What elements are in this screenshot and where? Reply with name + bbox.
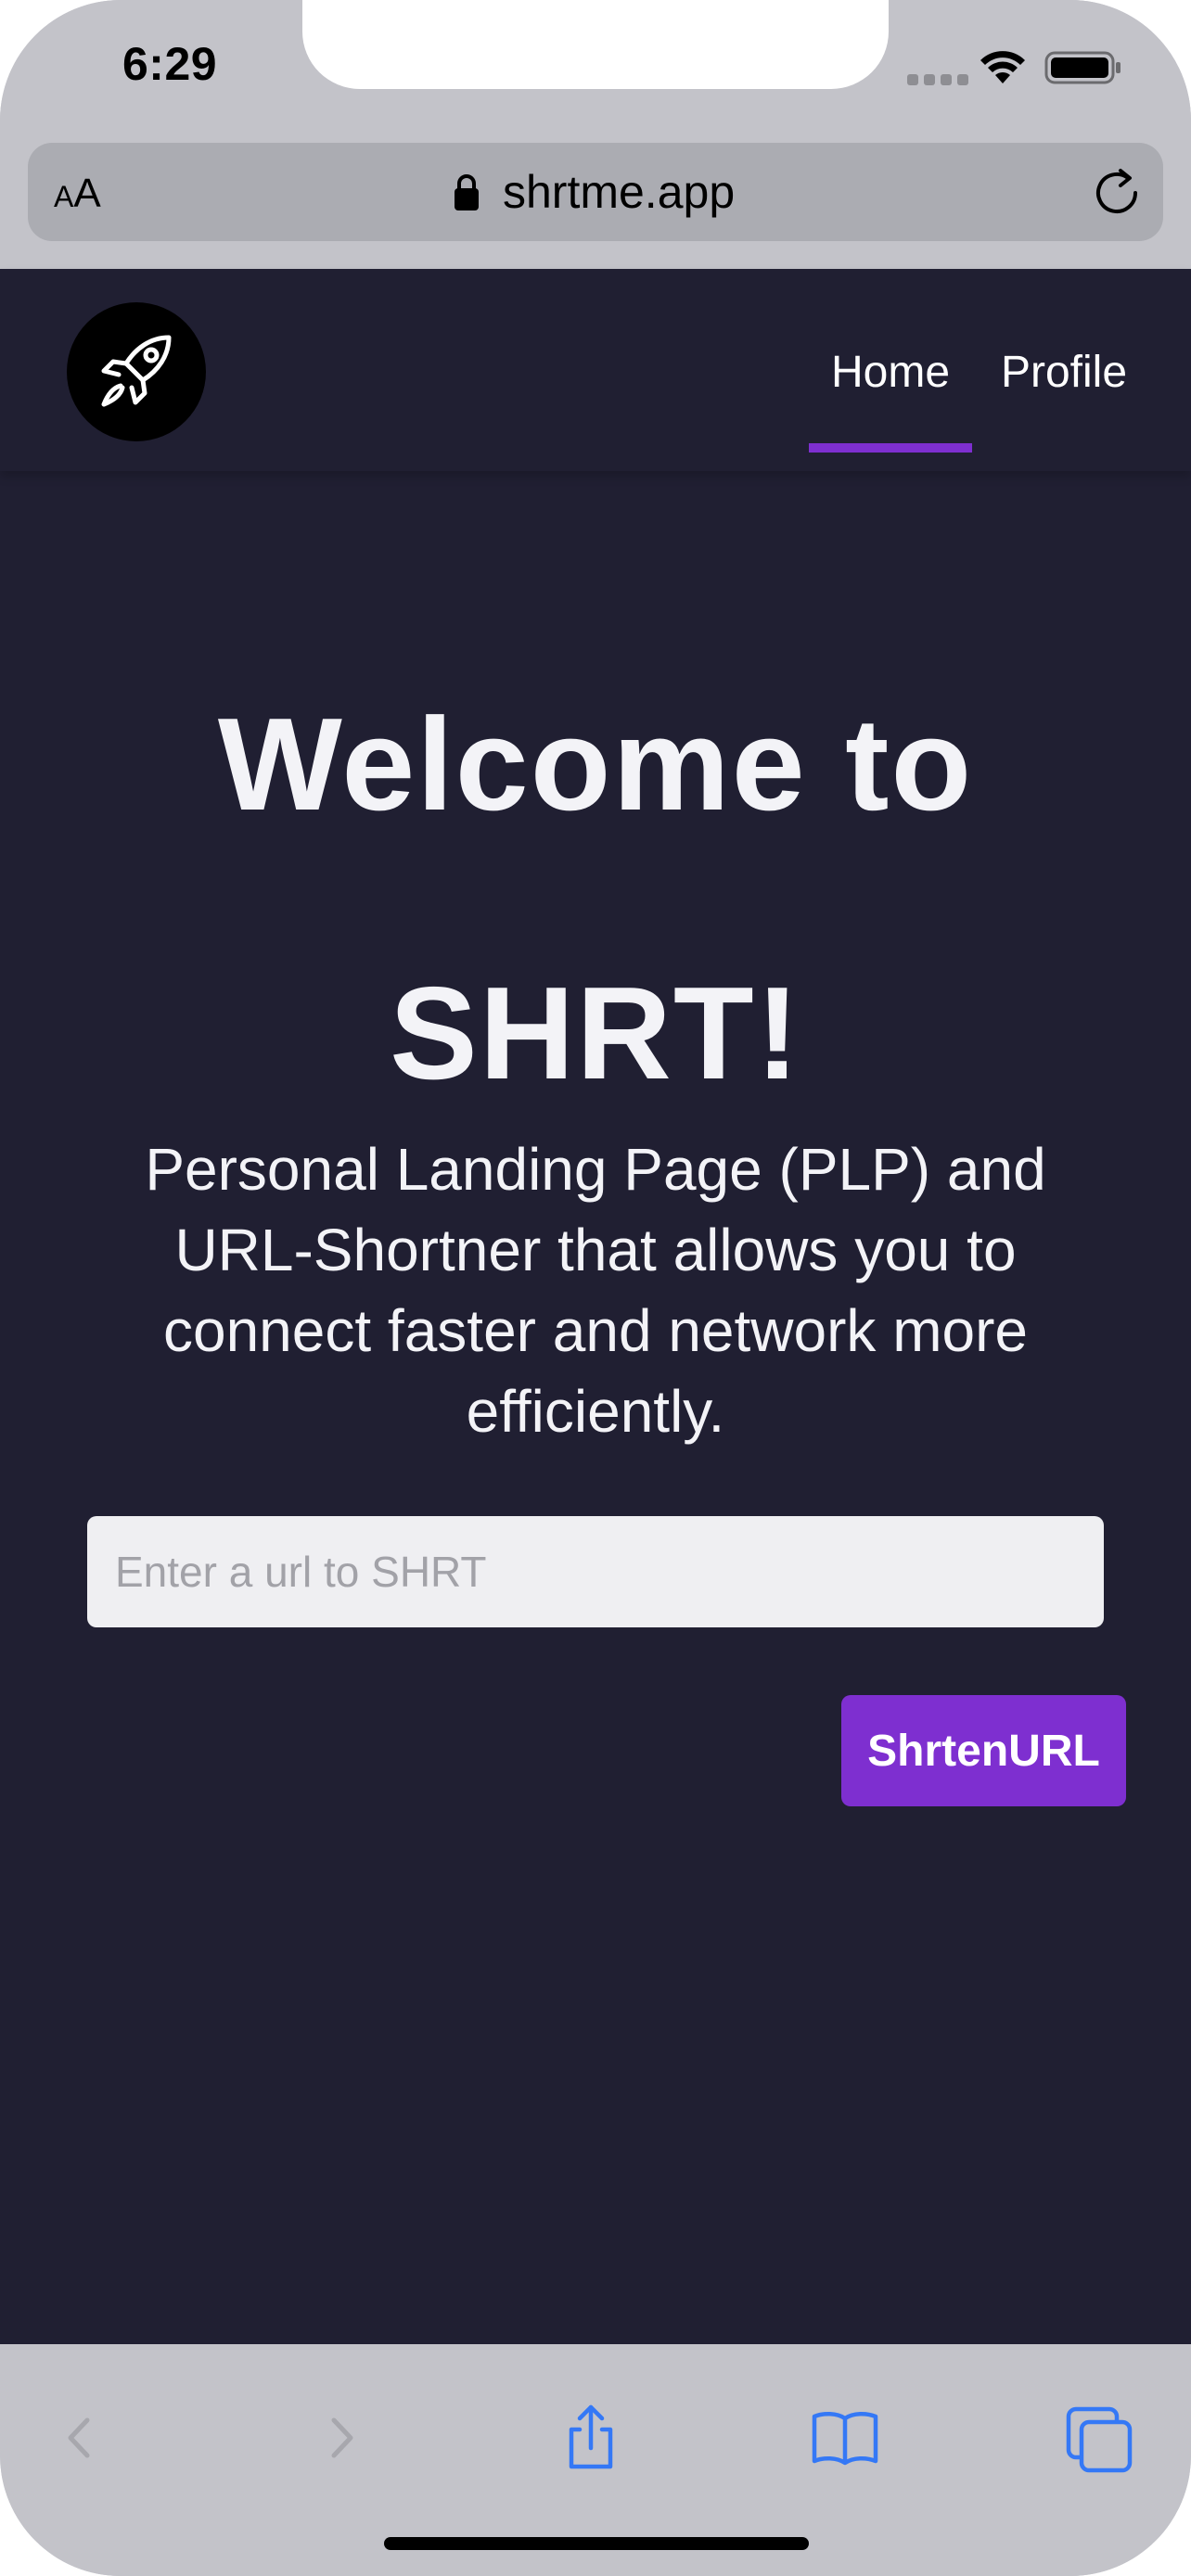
forward-icon[interactable] [299,2396,382,2480]
hero-title-line-1: Welcome to [217,691,974,838]
text-size-button[interactable]: AA [54,171,101,220]
share-icon[interactable] [549,2396,633,2480]
lock-icon [455,174,479,210]
cellular-signal-icon [907,74,968,85]
hero-title: Welcome to SHRT! [0,631,1191,1168]
nav-profile-label: Profile [1000,348,1128,397]
site-navbar: Home Profile [0,269,1191,471]
nav-home[interactable]: Home [809,269,972,453]
wifi-icon [980,51,1025,83]
phone-screen: 6:29 AA shrtme.app Home Profile Welcome … [0,0,1191,2576]
reload-icon[interactable] [1093,165,1141,217]
nav-profile[interactable]: Profile [985,269,1143,453]
status-bar: 6:29 [0,0,1191,139]
shorten-url-button[interactable]: ShrtenURL [841,1695,1126,1806]
active-tab-indicator [809,443,972,453]
notch [302,0,889,89]
bookmarks-icon[interactable] [803,2396,887,2480]
rocket-icon [101,335,172,407]
battery-icon [1044,51,1121,84]
hero-description: Personal Landing Page (PLP) and URL-Shor… [145,1136,1046,1445]
url-input[interactable] [87,1516,1104,1627]
url-domain[interactable]: shrtme.app [503,165,735,219]
hero-title-line-2: SHRT! [390,960,801,1107]
nav-home-label: Home [830,348,951,397]
home-indicator[interactable] [384,2537,809,2550]
site-logo[interactable] [67,302,206,441]
web-content: Home Profile Welcome to SHRT! Personal L… [0,269,1191,2344]
status-time: 6:29 [122,38,218,90]
tabs-icon[interactable] [1057,2396,1141,2480]
back-icon[interactable] [39,2396,122,2480]
